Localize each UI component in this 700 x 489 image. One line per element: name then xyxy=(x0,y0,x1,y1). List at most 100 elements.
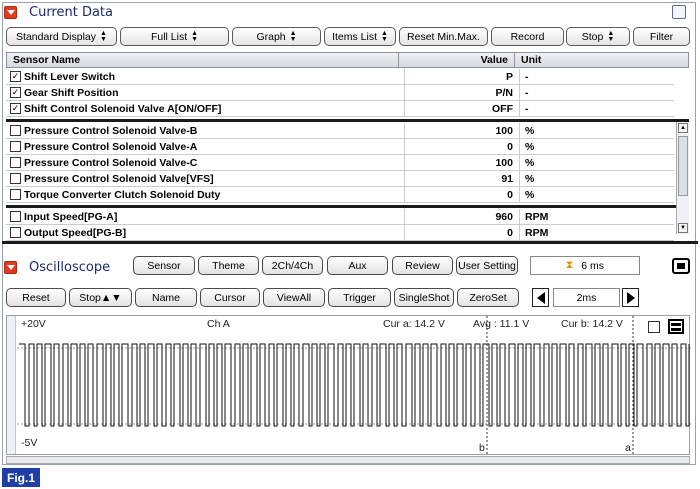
table-row[interactable]: Output Speed[PG-B] 0 RPM xyxy=(6,225,674,241)
timebase-value: 2ms xyxy=(576,291,597,304)
scope-cur-a-label: Cur a: 14.2 V xyxy=(383,318,445,330)
sensor-value: OFF xyxy=(404,101,520,116)
sensor-button[interactable]: Sensor xyxy=(133,256,195,275)
table-row[interactable]: Pressure Control Solenoid Valve-A 0% xyxy=(6,139,674,155)
sensor-name: Pressure Control Solenoid Valve-A xyxy=(24,140,198,153)
standard-display-button[interactable]: Standard Display ▲ ▼ xyxy=(6,27,117,46)
items-list-button[interactable]: Items List ▲ ▼ xyxy=(324,27,396,46)
header-unit[interactable]: Unit xyxy=(515,53,688,67)
scroll-thumb[interactable] xyxy=(678,136,688,196)
restore-window-icon[interactable] xyxy=(672,5,686,19)
scope-display[interactable]: +20V Ch A Cur a: 14.2 V Avg : 11.1 V Cur… xyxy=(6,315,691,456)
cursor-button[interactable]: Cursor xyxy=(200,288,260,307)
trigger-button[interactable]: Trigger xyxy=(328,288,391,307)
row-checkbox[interactable] xyxy=(10,125,21,136)
timebase-decrease-button[interactable] xyxy=(532,288,549,307)
scope-hscrollbar[interactable] xyxy=(6,456,690,464)
items-list-button-label: Items List xyxy=(332,30,377,43)
sensor-value: 100 xyxy=(404,123,520,138)
row-checkbox[interactable] xyxy=(10,141,21,152)
name-button-label: Name xyxy=(151,291,180,304)
theme-button[interactable]: Theme xyxy=(198,256,259,275)
table-row[interactable]: ✓ Shift Lever Switch P - xyxy=(6,69,674,85)
collapse-icon[interactable] xyxy=(4,260,17,274)
reset-button-label: Reset xyxy=(22,291,50,304)
zeroset-button[interactable]: ZeroSet xyxy=(457,288,519,307)
sensor-unit: % xyxy=(525,124,535,137)
cursor-button-label: Cursor xyxy=(214,291,246,304)
filter-button[interactable]: Filter xyxy=(633,27,690,46)
sensor-value: 0 xyxy=(404,139,520,154)
stop-button-label: Stop xyxy=(581,30,604,43)
review-button-label: Review xyxy=(405,259,440,272)
collapse-icon[interactable] xyxy=(4,5,17,19)
time-display-value: 6 ms xyxy=(581,259,605,272)
sensor-value: 100 xyxy=(404,155,520,170)
table-scrollbar[interactable]: ▲ ▼ xyxy=(676,122,689,234)
scope-layout-icon[interactable] xyxy=(668,319,684,334)
waveform-trace xyxy=(19,343,690,427)
row-checkbox[interactable]: ✓ xyxy=(10,103,21,114)
left-arrow-icon xyxy=(536,291,545,304)
sensor-name: Shift Lever Switch xyxy=(24,70,116,83)
table-row[interactable]: Pressure Control Solenoid Valve-C 100% xyxy=(6,155,674,171)
aux-button[interactable]: Aux xyxy=(327,256,388,275)
user-setting-button-label: User Setting xyxy=(458,259,516,272)
sensor-button-label: Sensor xyxy=(147,259,181,272)
scope-checkbox[interactable] xyxy=(648,321,660,333)
sensor-name: Pressure Control Solenoid Valve[VFS] xyxy=(24,172,214,185)
filter-button-label: Filter xyxy=(649,30,674,43)
review-button[interactable]: Review xyxy=(392,256,453,275)
record-button[interactable]: Record xyxy=(491,27,564,46)
reset-min-max-button[interactable]: Reset Min.Max. xyxy=(399,27,488,46)
header-sensor-name[interactable]: Sensor Name xyxy=(7,53,399,67)
row-checkbox[interactable] xyxy=(10,189,21,200)
user-setting-button[interactable]: User Setting xyxy=(456,256,518,275)
row-checkbox[interactable]: ✓ xyxy=(10,87,21,98)
header-value[interactable]: Value xyxy=(399,53,515,67)
current-data-header: Current Data xyxy=(4,3,113,21)
stop-icon xyxy=(677,263,685,269)
sensor-value: 0 xyxy=(404,187,520,202)
sensor-unit: - xyxy=(525,70,529,83)
graph-button[interactable]: Graph ▲ ▼ xyxy=(232,27,321,46)
table-row[interactable]: Torque Converter Clutch Solenoid Duty 0% xyxy=(6,187,674,203)
row-checkbox[interactable] xyxy=(10,157,21,168)
row-checkbox[interactable] xyxy=(10,227,21,238)
name-button[interactable]: Name xyxy=(135,288,197,307)
row-checkbox[interactable] xyxy=(10,211,21,222)
stop-button[interactable]: Stop▲▼ xyxy=(69,288,132,307)
trigger-button-label: Trigger xyxy=(343,291,376,304)
scope-channel-label: Ch A xyxy=(207,318,230,330)
table-row[interactable]: ✓ Gear Shift Position P/N - xyxy=(6,85,674,101)
table-row[interactable]: Pressure Control Solenoid Valve-B 100% xyxy=(6,123,674,139)
2ch-4ch-button[interactable]: 2Ch/4Ch xyxy=(262,256,323,275)
stop-record-button[interactable] xyxy=(672,258,690,274)
table-row[interactable]: Input Speed[PG-A] 960 RPM xyxy=(6,209,674,225)
sensor-unit: RPM xyxy=(525,210,549,223)
stop-button[interactable]: Stop▲▼ xyxy=(566,27,630,46)
reset-button[interactable]: Reset xyxy=(6,288,66,307)
sensor-value: 91 xyxy=(404,171,520,186)
sensor-unit: RPM xyxy=(525,226,549,239)
singleshot-button[interactable]: SingleShot xyxy=(394,288,454,307)
cursor-b-marker: b xyxy=(479,442,485,454)
row-checkbox[interactable]: ✓ xyxy=(10,71,21,82)
sensor-value: P/N xyxy=(404,85,520,100)
table-row[interactable]: Pressure Control Solenoid Valve[VFS] 91% xyxy=(6,171,674,187)
sensor-name: Torque Converter Clutch Solenoid Duty xyxy=(24,188,221,201)
viewall-button[interactable]: ViewAll xyxy=(263,288,325,307)
scroll-down-icon[interactable]: ▼ xyxy=(678,223,688,233)
sensor-name: Gear Shift Position xyxy=(24,86,119,99)
row-checkbox[interactable] xyxy=(10,173,21,184)
sensor-table-header: Sensor Name Value Unit xyxy=(6,52,689,68)
timebase-increase-button[interactable] xyxy=(622,288,639,307)
section-divider xyxy=(2,241,698,244)
full-list-button-label: Full List xyxy=(150,30,188,43)
full-list-button[interactable]: Full List ▲ ▼ xyxy=(120,27,229,46)
oscilloscope-header: Oscilloscope xyxy=(4,258,110,276)
scroll-up-icon[interactable]: ▲ xyxy=(678,123,688,133)
right-arrow-icon xyxy=(626,291,635,304)
table-row[interactable]: ✓ Shift Control Solenoid Valve A[ON/OFF] O… xyxy=(6,101,674,117)
sensor-name: Pressure Control Solenoid Valve-B xyxy=(24,124,198,137)
